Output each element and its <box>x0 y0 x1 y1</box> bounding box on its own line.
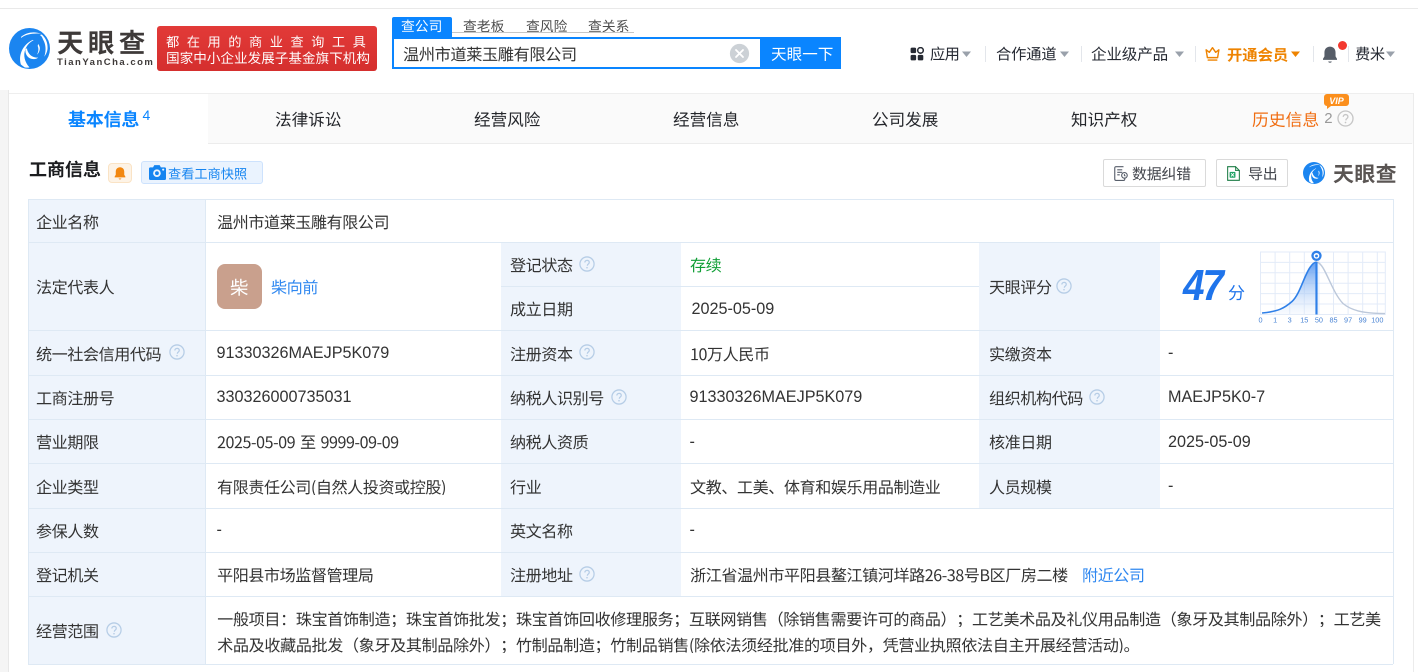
svg-text:3: 3 <box>1288 316 1292 325</box>
svg-text:97: 97 <box>1344 316 1352 325</box>
svg-text:1: 1 <box>1273 316 1277 325</box>
svg-text:100: 100 <box>1371 316 1383 325</box>
svg-text:50: 50 <box>1315 316 1323 325</box>
svg-text:0: 0 <box>1258 316 1262 325</box>
svg-text:85: 85 <box>1329 316 1337 325</box>
svg-text:VIP: VIP <box>1329 95 1345 105</box>
svg-text:99: 99 <box>1359 316 1367 325</box>
svg-text:15: 15 <box>1300 316 1308 325</box>
